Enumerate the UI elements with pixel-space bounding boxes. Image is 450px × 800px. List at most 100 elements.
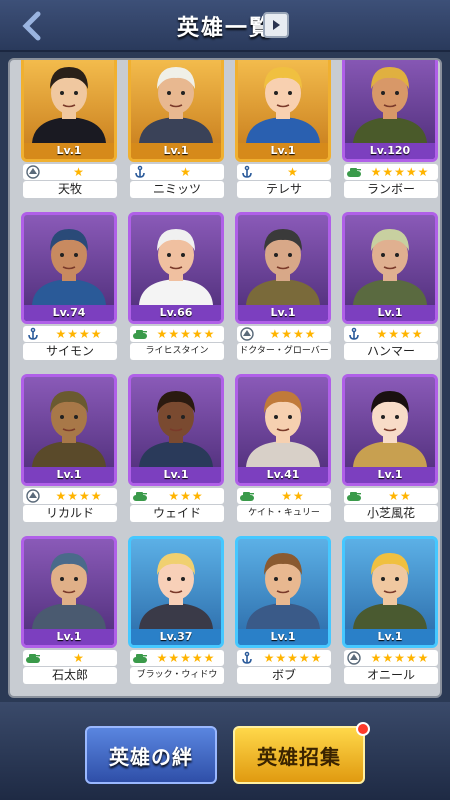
hero-level: Lv.1 <box>131 467 221 483</box>
hero-portrait-icon <box>353 553 427 629</box>
hero-portrait-icon <box>353 391 427 467</box>
hero-list-panel[interactable]: Lv.1 ★ 天牧 Lv.1 ★ ニミッツ Lv.1 ★ テレサ Lv.120 ★★★★★ ランボー L… <box>8 58 442 698</box>
hero-portrait-frame: Lv.1 <box>235 536 331 648</box>
hero-rank-row: ★★★★★ <box>130 650 224 666</box>
hero-level: Lv.74 <box>24 305 114 321</box>
hero-name: オニール <box>344 667 438 684</box>
star-rating: ★★★★ <box>269 327 317 341</box>
anchor-icon <box>239 165 255 179</box>
star-rating: ★★★★★ <box>156 327 216 341</box>
hero-name: ウェイド <box>130 505 224 522</box>
tank-icon <box>239 489 255 503</box>
tank-icon <box>132 651 148 665</box>
anchor-icon <box>25 327 41 341</box>
info-button[interactable] <box>263 12 289 38</box>
hero-card[interactable]: Lv.1 ★★★★ ハンマー <box>338 212 440 362</box>
hero-rank-row: ★★★★★ <box>344 164 438 180</box>
hero-card[interactable]: Lv.1 ★ テレサ <box>231 60 335 200</box>
fighter-emblem-icon <box>25 489 41 503</box>
hero-level: Lv.1 <box>24 467 114 483</box>
hero-portrait-icon <box>139 229 213 305</box>
notification-dot <box>356 722 370 736</box>
hero-portrait-icon <box>32 553 106 629</box>
hero-rank-row: ★★★ <box>130 488 224 504</box>
hero-portrait-frame: Lv.1 <box>128 374 224 486</box>
hero-name: 石太郎 <box>23 667 117 684</box>
hero-portrait-icon <box>246 553 320 629</box>
hero-portrait-icon <box>32 67 106 143</box>
hero-card[interactable]: Lv.1 ★ ニミッツ <box>124 60 228 200</box>
bottom-bar: 英雄の絆 英雄招集 <box>0 702 450 800</box>
hero-name: テレサ <box>237 181 331 198</box>
hero-card[interactable]: Lv.120 ★★★★★ ランボー <box>338 60 440 200</box>
hero-grid: Lv.1 ★ 天牧 Lv.1 ★ ニミッツ Lv.1 ★ テレサ Lv.120 ★★★★★ ランボー L… <box>10 60 440 686</box>
hero-rank-row: ★★ <box>344 488 438 504</box>
hero-level: Lv.41 <box>238 467 328 483</box>
hero-name: ケイト・キュリー <box>237 505 331 522</box>
hero-portrait-frame: Lv.1 <box>21 60 117 162</box>
hero-name: ニミッツ <box>130 181 224 198</box>
hero-name: ボブ <box>237 667 331 684</box>
tank-icon <box>132 327 148 341</box>
hero-card[interactable]: Lv.1 ★★ 小芝風花 <box>338 374 440 524</box>
anchor-icon <box>132 165 148 179</box>
hero-name: 小芝風花 <box>344 505 438 522</box>
hero-portrait-icon <box>246 67 320 143</box>
hero-rank-row: ★★ <box>237 488 331 504</box>
star-rating: ★★★★ <box>55 489 103 503</box>
hero-portrait-icon <box>353 67 427 143</box>
hero-portrait-icon <box>32 229 106 305</box>
hero-name: リカルド <box>23 505 117 522</box>
hero-rank-row: ★ <box>237 164 331 180</box>
hero-rank-row: ★★★★ <box>23 326 117 342</box>
hero-portrait-frame: Lv.1 <box>342 212 438 324</box>
hero-card[interactable]: Lv.1 ★★★★ ドクター・グローバー <box>231 212 335 362</box>
hero-level: Lv.1 <box>24 629 114 645</box>
hero-name: 天牧 <box>23 181 117 198</box>
hero-portrait-frame: Lv.1 <box>235 60 331 162</box>
star-rating: ★ <box>73 165 85 179</box>
hero-card[interactable]: Lv.1 ★ 石太郎 <box>17 536 121 686</box>
hero-card[interactable]: Lv.1 ★★★★ リカルド <box>17 374 121 524</box>
hero-portrait-frame: Lv.37 <box>128 536 224 648</box>
star-rating: ★★★★★ <box>370 165 430 179</box>
tank-icon <box>25 651 41 665</box>
star-rating: ★★★ <box>168 489 204 503</box>
hero-name: サイモン <box>23 343 117 360</box>
hero-portrait-icon <box>139 67 213 143</box>
tank-icon <box>346 165 362 179</box>
hero-portrait-frame: Lv.1 <box>342 536 438 648</box>
hero-portrait-frame: Lv.120 <box>342 60 438 162</box>
hero-portrait-frame: Lv.1 <box>342 374 438 486</box>
hero-portrait-icon <box>139 391 213 467</box>
fighter-emblem-icon <box>346 651 362 665</box>
star-rating: ★★★★★ <box>156 651 216 665</box>
hero-card[interactable]: Lv.66 ★★★★★ ライヒスタイン <box>124 212 228 362</box>
star-rating: ★ <box>73 651 85 665</box>
hero-portrait-icon <box>139 553 213 629</box>
hero-rank-row: ★★★★★ <box>130 326 224 342</box>
star-rating: ★★ <box>388 489 412 503</box>
hero-portrait-icon <box>353 229 427 305</box>
play-triangle-icon <box>273 20 280 30</box>
hero-card[interactable]: Lv.41 ★★ ケイト・キュリー <box>231 374 335 524</box>
hero-card[interactable]: Lv.1 ★ 天牧 <box>17 60 121 200</box>
hero-portrait-frame: Lv.74 <box>21 212 117 324</box>
hero-rank-row: ★★★★ <box>23 488 117 504</box>
hero-card[interactable]: Lv.74 ★★★★ サイモン <box>17 212 121 362</box>
hero-name: ランボー <box>344 181 438 198</box>
hero-level: Lv.1 <box>131 143 221 159</box>
hero-portrait-frame: Lv.1 <box>235 212 331 324</box>
hero-card[interactable]: Lv.37 ★★★★★ ブラック・ウィドウ <box>124 536 228 686</box>
fighter-emblem-icon <box>239 327 255 341</box>
anchor-icon <box>239 651 255 665</box>
tank-icon <box>132 489 148 503</box>
hero-recruit-button[interactable]: 英雄招集 <box>233 726 365 784</box>
star-rating: ★★★★ <box>55 327 103 341</box>
hero-card[interactable]: Lv.1 ★★★★★ オニール <box>338 536 440 686</box>
hero-bond-button[interactable]: 英雄の絆 <box>85 726 217 784</box>
hero-card[interactable]: Lv.1 ★★★ ウェイド <box>124 374 228 524</box>
hero-card[interactable]: Lv.1 ★★★★★ ボブ <box>231 536 335 686</box>
hero-name: ハンマー <box>344 343 438 360</box>
hero-level: Lv.1 <box>238 143 328 159</box>
